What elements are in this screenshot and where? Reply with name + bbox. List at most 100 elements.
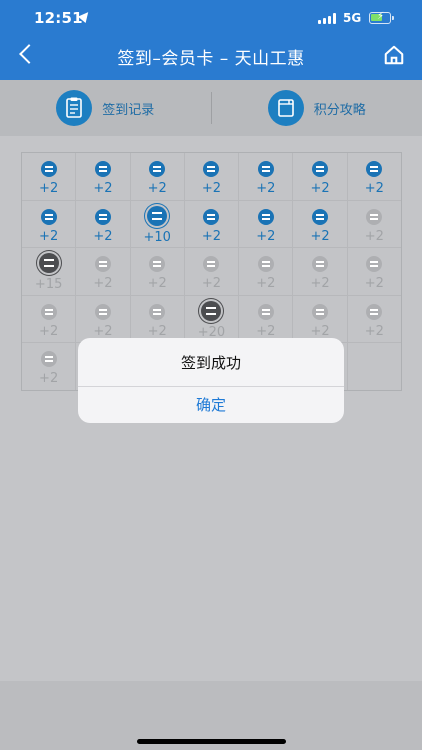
signin-day-cell: +2: [347, 295, 401, 343]
points-value: +2: [310, 323, 330, 339]
signin-day-cell: +2: [293, 248, 347, 295]
signin-day-cell: +2: [130, 295, 184, 343]
page-title: 签到–会员卡 – 天山工惠: [117, 49, 305, 69]
points-value: +2: [93, 181, 113, 196]
coin-icon: [40, 351, 57, 368]
coin-icon: [366, 208, 383, 225]
signin-day-cell: +2: [76, 153, 130, 200]
points-value: +2: [310, 228, 330, 244]
home-icon[interactable]: [383, 44, 405, 66]
signin-day-cell: +2: [22, 343, 76, 390]
book-icon: [267, 90, 304, 126]
signin-day-cell: +2: [293, 295, 347, 343]
signin-day-cell: +2: [184, 153, 239, 200]
signin-day-cell: +2: [22, 295, 76, 343]
signin-day-cell: +2: [22, 153, 76, 200]
coin-icon: [94, 256, 111, 273]
network-type: 5G: [343, 11, 362, 25]
signin-day-cell: +2: [22, 200, 76, 248]
points-guide-label: 积分攻略: [313, 102, 366, 118]
signin-records-button[interactable]: 签到记录: [0, 80, 211, 136]
signin-day-cell: +2: [184, 200, 239, 248]
points-value: +2: [256, 181, 276, 196]
signin-success-dialog: 签到成功 确定: [78, 338, 344, 423]
points-value: +2: [256, 276, 276, 292]
points-value: +2: [364, 276, 384, 292]
points-value: +2: [364, 323, 384, 339]
points-value: +2: [310, 181, 330, 196]
points-value: +2: [364, 181, 384, 196]
signin-day-cell: +2: [347, 153, 401, 200]
coin-icon: [312, 303, 329, 320]
signin-day-cell: +10: [130, 200, 184, 248]
signin-records-label: 签到记录: [102, 102, 155, 118]
navigation-bar: 签到–会员卡 – 天山工惠: [0, 36, 422, 80]
coin-icon: [312, 256, 329, 273]
points-value: +2: [39, 181, 59, 196]
signin-day-cell: +2: [76, 200, 130, 248]
signin-day-cell: +20: [184, 295, 239, 343]
coin-icon: [312, 208, 329, 225]
signin-day-cell: +2: [239, 200, 293, 248]
points-value: +10: [143, 229, 171, 245]
coin-icon: [257, 161, 274, 177]
grid-cell-empty: [347, 343, 401, 390]
coin-icon: [203, 208, 220, 225]
points-value: +2: [147, 181, 167, 196]
signin-menu: 签到记录 积分攻略: [0, 80, 422, 136]
coin-icon: [203, 161, 220, 177]
coin-icon: [149, 161, 166, 177]
coin-icon: [366, 303, 383, 320]
coin-icon: [40, 208, 57, 225]
points-value: +2: [147, 276, 167, 292]
points-value: +2: [93, 276, 113, 292]
battery-cap: [392, 16, 394, 20]
points-value: +2: [39, 323, 59, 339]
points-value: +2: [201, 276, 222, 292]
points-value: +2: [93, 228, 113, 244]
points-value: +2: [201, 181, 222, 196]
points-value: +15: [34, 277, 63, 293]
coin-icon: [201, 300, 222, 321]
coin-icon: [149, 256, 166, 273]
points-value: +2: [39, 371, 59, 387]
home-indicator[interactable]: [137, 739, 286, 744]
charging-bolt-icon: ⚡: [377, 11, 385, 22]
signin-day-cell: +2: [239, 248, 293, 295]
points-value: +2: [256, 323, 276, 339]
signin-day-cell: +2: [293, 153, 347, 200]
coin-icon: [366, 256, 383, 273]
coin-icon: [149, 303, 166, 320]
status-time: 12:51: [34, 9, 83, 27]
status-bar: 12:51 5G ⚡: [0, 0, 422, 36]
signin-day-cell: +2: [239, 295, 293, 343]
coin-icon: [40, 303, 57, 320]
points-value: +2: [39, 228, 59, 244]
coin-icon: [38, 253, 59, 274]
coin-icon: [257, 303, 274, 320]
coin-icon: [312, 161, 329, 177]
signin-day-cell: +15: [22, 248, 76, 295]
coin-icon: [203, 256, 220, 273]
coin-icon: [257, 256, 274, 273]
points-guide-button[interactable]: 积分攻略: [212, 80, 422, 136]
coin-icon: [40, 161, 57, 177]
points-value: +2: [93, 323, 113, 339]
signin-day-cell: +2: [347, 248, 401, 295]
coin-icon: [257, 208, 274, 225]
points-value: +2: [147, 323, 167, 339]
coin-icon: [94, 208, 111, 225]
signin-day-cell: +2: [76, 248, 130, 295]
coin-icon: [94, 161, 111, 177]
signin-day-cell: +2: [347, 200, 401, 248]
signin-day-cell: +2: [184, 248, 239, 295]
signin-day-cell: +2: [76, 295, 130, 343]
points-value: +2: [310, 276, 330, 292]
cellular-signal-icon: [318, 13, 336, 24]
confirm-button[interactable]: 确定: [78, 386, 344, 423]
coin-icon: [366, 161, 383, 177]
signin-day-cell: +2: [130, 248, 184, 295]
coin-icon: [94, 303, 111, 320]
points-value: +2: [201, 228, 222, 244]
clipboard-icon: [56, 90, 93, 126]
